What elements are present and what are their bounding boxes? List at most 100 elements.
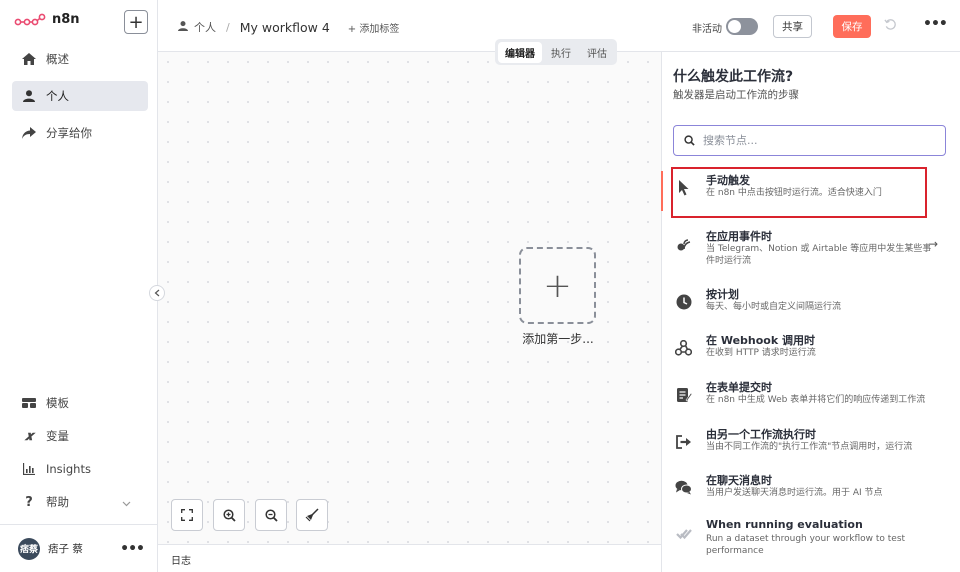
- avatar: 痞蔡: [18, 537, 40, 560]
- collapse-sidebar-button[interactable]: [149, 285, 165, 301]
- brand-name: n8n: [52, 12, 80, 27]
- trigger-desc: 当用户发送聊天消息时运行流。用于 AI 节点: [706, 488, 883, 498]
- trigger-app-event[interactable]: 在应用事件时 当 Telegram、Notion 或 Airtable 等应用中…: [662, 222, 960, 268]
- search-input[interactable]: [703, 134, 923, 147]
- add-tag-link[interactable]: + 添加标签: [348, 20, 400, 35]
- trigger-sub-workflow[interactable]: 由另一个工作流执行时 当由不同工作流的"执行工作流"节点调用时，运行流: [662, 420, 960, 466]
- trigger-chat[interactable]: 在聊天消息时 当用户发送聊天消息时运行流。用于 AI 节点: [662, 466, 960, 512]
- sidebar-item-personal[interactable]: 个人: [12, 81, 148, 111]
- sidebar-item-help[interactable]: ? 帮助: [12, 487, 148, 517]
- add-workflow-button[interactable]: +: [124, 10, 148, 34]
- active-toggle[interactable]: [726, 18, 758, 35]
- trigger-title: When running evaluation: [706, 518, 863, 531]
- chat-icon: [675, 479, 692, 496]
- form-icon: [675, 386, 692, 403]
- sidebar-item-templates[interactable]: 模板: [12, 388, 148, 418]
- zoom-in-icon: [222, 508, 236, 522]
- trigger-title: 手动触发: [706, 174, 750, 187]
- sidebar-item-label: Insights: [46, 462, 91, 476]
- fit-view-icon: [181, 509, 193, 521]
- view-tabs: 编辑器 执行 评估: [495, 39, 617, 65]
- breadcrumb-separator: /: [226, 20, 230, 34]
- breadcrumb: 个人 / My workflow 4 + 添加标签: [178, 19, 399, 35]
- trigger-desc: Run a dataset through your workflow to t…: [706, 534, 906, 556]
- trigger-desc: 在 n8n 中生成 Web 表单并将它们的响应传递到工作流: [706, 395, 926, 405]
- app-event-icon: [675, 235, 692, 252]
- log-bar[interactable]: 日志: [158, 544, 661, 572]
- add-first-step-label: 添加第一步...: [522, 332, 594, 346]
- sidebar-item-label: 模板: [46, 396, 69, 410]
- inactive-label: 非活动: [692, 24, 722, 35]
- tab-editor[interactable]: 编辑器: [498, 41, 542, 63]
- trigger-manual[interactable]: 手动触发 在 n8n 中点击按钮时运行流。适合快速入门: [661, 166, 960, 218]
- chevron-left-icon: [154, 289, 160, 297]
- variables-icon: 𝒙: [24, 428, 34, 444]
- trigger-panel: 什么触发此工作流? 触发器是启动工作流的步骤 手动触发 在 n8n 中点击按钮时…: [661, 52, 960, 572]
- trigger-desc: 每天、每小时或自定义间隔运行流: [706, 302, 842, 312]
- panel-title: 什么触发此工作流?: [673, 69, 794, 85]
- home-icon: [22, 52, 36, 66]
- save-button[interactable]: 保存: [833, 15, 871, 38]
- zoom-out-button[interactable]: [255, 499, 287, 531]
- trigger-desc: 当 Telegram、Notion 或 Airtable 等应用中发生某些事件时…: [706, 244, 932, 266]
- search-icon: [684, 135, 695, 146]
- tidy-up-button[interactable]: [296, 499, 328, 531]
- sidebar-item-label: 帮助: [46, 495, 69, 509]
- trigger-title: 按计划: [706, 288, 739, 301]
- workflow-name[interactable]: My workflow 4: [240, 20, 330, 35]
- more-options-button[interactable]: •••: [923, 16, 948, 32]
- trigger-schedule[interactable]: 按计划 每天、每小时或自定义间隔运行流: [662, 280, 960, 326]
- sidebar-item-variables[interactable]: 𝒙 变量: [12, 421, 148, 451]
- sidebar-item-label: 概述: [46, 52, 69, 66]
- sub-workflow-icon: [675, 433, 692, 450]
- insights-icon: [22, 462, 36, 476]
- search-box[interactable]: [673, 125, 946, 156]
- trigger-title: 在应用事件时: [706, 230, 772, 243]
- trigger-title: 在表单提交时: [706, 381, 772, 394]
- user-more-button[interactable]: •••: [120, 541, 145, 557]
- trigger-form[interactable]: 在表单提交时 在 n8n 中生成 Web 表单并将它们的响应传递到工作流: [662, 373, 960, 419]
- sidebar-item-overview[interactable]: 概述: [12, 44, 148, 74]
- chevron-down-icon: [122, 496, 131, 510]
- sidebar: n8n + 概述 个人 分享给你 模板 𝒙 变量 Insights ? 帮助 痞…: [0, 0, 158, 572]
- zoom-to-fit-button[interactable]: [171, 499, 203, 531]
- zoom-in-button[interactable]: [213, 499, 245, 531]
- broom-icon: [305, 508, 319, 522]
- sidebar-item-shared[interactable]: 分享给你: [12, 118, 148, 148]
- zoom-out-icon: [264, 508, 278, 522]
- history-icon[interactable]: [884, 18, 897, 35]
- cursor-icon: [675, 179, 692, 196]
- user-name: 痞子 蔡: [48, 543, 83, 555]
- webhook-icon: [675, 339, 692, 356]
- sidebar-item-label: 个人: [46, 89, 69, 103]
- clock-icon: [675, 293, 692, 310]
- n8n-logo-icon: [14, 13, 46, 25]
- templates-icon: [22, 396, 36, 410]
- trigger-title: 由另一个工作流执行时: [706, 428, 816, 441]
- trigger-webhook[interactable]: 在 Webhook 调用时 在收到 HTTP 请求时运行流: [662, 326, 960, 372]
- trigger-title: 在 Webhook 调用时: [706, 334, 815, 347]
- share-button[interactable]: 共享: [773, 15, 812, 38]
- help-icon: ?: [25, 494, 33, 510]
- trigger-evaluation[interactable]: When running evaluation Run a dataset th…: [662, 512, 960, 558]
- arrow-right-icon: →: [928, 237, 939, 251]
- share-icon: [22, 126, 36, 140]
- sidebar-item-label: 分享给你: [46, 126, 92, 140]
- brand-logo[interactable]: n8n: [14, 12, 80, 27]
- trigger-desc: 在 n8n 中点击按钮时运行流。适合快速入门: [706, 188, 882, 198]
- sidebar-item-label: 变量: [46, 429, 69, 443]
- add-first-step-button[interactable]: +: [519, 247, 596, 324]
- trigger-title: 在聊天消息时: [706, 474, 772, 487]
- user-icon: [22, 89, 36, 103]
- user-icon: [178, 20, 188, 34]
- panel-subtitle: 触发器是启动工作流的步骤: [673, 89, 799, 101]
- tab-evaluations[interactable]: 评估: [580, 42, 614, 63]
- trigger-desc: 当由不同工作流的"执行工作流"节点调用时，运行流: [706, 442, 913, 452]
- tab-executions[interactable]: 执行: [544, 42, 578, 63]
- check-icon: [675, 525, 692, 542]
- trigger-desc: 在收到 HTTP 请求时运行流: [706, 348, 816, 358]
- breadcrumb-project[interactable]: 个人: [194, 19, 216, 35]
- user-menu[interactable]: 痞蔡 痞子 蔡 •••: [0, 524, 158, 572]
- log-label: 日志: [171, 556, 191, 567]
- sidebar-item-insights[interactable]: Insights: [12, 454, 148, 484]
